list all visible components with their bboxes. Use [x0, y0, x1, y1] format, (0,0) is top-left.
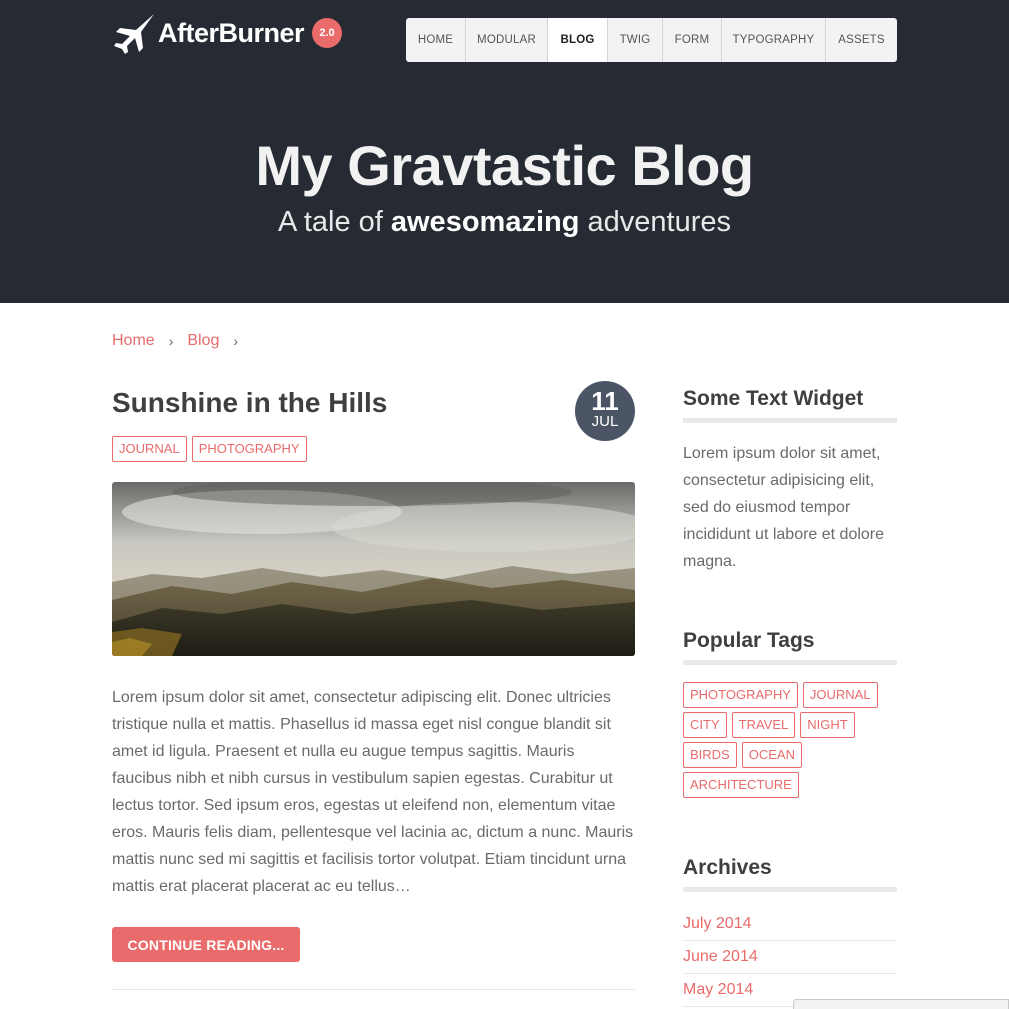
tag-city[interactable]: CITY: [683, 712, 727, 738]
tag-journal[interactable]: JOURNAL: [802, 682, 878, 708]
jet-icon: [114, 14, 154, 54]
hero-subtitle: A tale of awesomazing adventures: [0, 206, 1009, 239]
tag-architecture[interactable]: ARCHITECTURE: [683, 772, 799, 798]
version-badge: 2.0: [312, 18, 343, 48]
nav-item-modular[interactable]: MODULAR: [466, 18, 548, 62]
landscape-image: [112, 482, 635, 656]
post-date-day: 11: [591, 386, 619, 416]
post-date-badge: 11 JUL: [575, 381, 635, 441]
nav-item-twig[interactable]: TWIG: [608, 18, 663, 62]
archive-item-june-2014[interactable]: June 2014: [683, 941, 897, 974]
nav-item-home[interactable]: HOME: [406, 18, 466, 62]
archive-item-july-2014[interactable]: July 2014: [683, 908, 897, 941]
post-title[interactable]: Sunshine in the Hills: [112, 387, 387, 419]
nav-item-form[interactable]: FORM: [663, 18, 722, 62]
chevron-right-icon: ›: [168, 333, 174, 349]
hero-title: My Gravtastic Blog: [255, 134, 754, 197]
post-date-month: JUL: [591, 413, 619, 430]
main-nav: HOME MODULAR BLOG TWIG FORM TYPOGRAPHY A…: [406, 18, 897, 62]
tag-night[interactable]: NIGHT: [800, 712, 855, 738]
nav-item-blog[interactable]: BLOG: [548, 18, 608, 62]
tag-birds[interactable]: BIRDS: [683, 742, 737, 768]
hero-subtitle-bold: awesomazing: [390, 206, 580, 238]
tag-journal[interactable]: JOURNAL: [112, 436, 187, 462]
debug-bar[interactable]: [793, 999, 1009, 1009]
continue-reading-button[interactable]: CONTINUE READING...: [112, 927, 300, 962]
breadcrumb-blog[interactable]: Blog: [187, 332, 219, 350]
nav-item-typography[interactable]: TYPOGRAPHY: [722, 18, 826, 62]
text-widget-title: Some Text Widget: [683, 387, 864, 410]
breadcrumb-home[interactable]: Home: [112, 332, 155, 350]
chevron-right-icon: ›: [233, 333, 239, 349]
text-widget-body: Lorem ipsum dolor sit amet, consectetur …: [683, 445, 885, 570]
hero-subtitle-pre: A tale of: [278, 206, 391, 238]
post-hero-image[interactable]: [112, 482, 635, 656]
site-header: AfterBurner 2.0 HOME MODULAR BLOG TWIG F…: [0, 0, 1009, 303]
tag-travel[interactable]: TRAVEL: [731, 712, 796, 738]
logo-text: AfterBurner: [158, 17, 305, 48]
hero-subtitle-post: adventures: [579, 206, 731, 238]
nav-item-assets[interactable]: ASSETS: [826, 18, 897, 62]
tag-ocean[interactable]: OCEAN: [741, 742, 802, 768]
archive-list: July 2014 June 2014 May 2014: [683, 908, 897, 1007]
tag-photography[interactable]: PHOTOGRAPHY: [191, 436, 307, 462]
tags-widget-title: Popular Tags: [683, 629, 815, 652]
post-divider: [112, 989, 635, 990]
tags-widget-rule: [683, 660, 897, 665]
text-widget-rule: [683, 418, 897, 423]
site-logo[interactable]: AfterBurner 2.0: [112, 10, 343, 56]
archives-widget-rule: [683, 887, 897, 892]
tag-photography[interactable]: PHOTOGRAPHY: [683, 682, 798, 708]
archives-widget-title: Archives: [683, 856, 772, 879]
tag-cloud: PHOTOGRAPHY JOURNAL CITY TRAVEL NIGHT BI…: [683, 682, 897, 798]
post-tags: JOURNAL PHOTOGRAPHY: [112, 436, 307, 462]
post-excerpt: Lorem ipsum dolor sit amet, consectetur …: [112, 689, 634, 895]
breadcrumb: Home › Blog ›: [112, 332, 252, 350]
